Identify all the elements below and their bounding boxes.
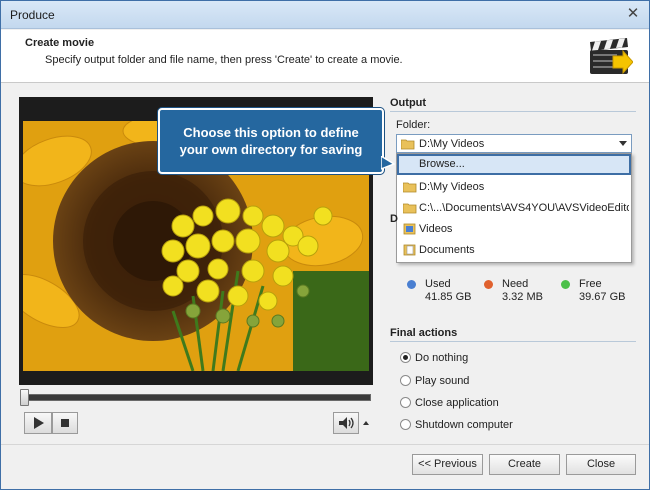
produce-window: Produce ✕ Create movie Specify output fo… — [0, 0, 650, 490]
folder-icon — [403, 203, 417, 214]
radio-play-sound[interactable] — [400, 375, 411, 386]
used-legend-dot — [407, 280, 416, 289]
dropdown-item-label: D:\My Videos — [419, 181, 485, 193]
dropdown-item-label: Browse... — [419, 158, 465, 170]
chevron-down-icon — [619, 141, 627, 146]
dropdown-item-label: Videos — [419, 223, 453, 235]
videos-library-icon — [403, 223, 416, 235]
dropdown-item-videos[interactable]: Videos — [397, 219, 631, 240]
free-value: 39.67 GB — [579, 291, 626, 303]
dropdown-item-label: C:\...\Documents\AVS4YOU\AVSVideoEditor\… — [419, 202, 629, 214]
final-actions-divider — [390, 341, 636, 342]
free-legend-dot — [561, 280, 570, 289]
radio-shutdown-computer[interactable] — [400, 419, 411, 430]
folder-icon — [403, 182, 417, 193]
need-legend-dot — [484, 280, 493, 289]
volume-button[interactable] — [333, 412, 359, 434]
folder-icon — [401, 139, 415, 150]
wizard-header: Create movie Specify output folder and f… — [1, 30, 649, 83]
close-button[interactable]: Close — [566, 454, 636, 475]
title-bar: Produce ✕ — [1, 1, 649, 29]
play-button[interactable] — [24, 412, 52, 434]
window-title: Produce — [10, 8, 55, 22]
used-value: 41.85 GB — [425, 291, 472, 303]
radio-do-nothing[interactable] — [400, 352, 411, 363]
folder-dropdown-value: D:\My Videos — [419, 138, 485, 150]
help-callout: Choose this option to define your own di… — [158, 108, 384, 174]
radio-label-do-nothing[interactable]: Do nothing — [415, 352, 468, 364]
play-icon — [34, 417, 44, 429]
radio-label-play-sound[interactable]: Play sound — [415, 375, 469, 387]
documents-library-icon — [403, 244, 416, 256]
folder-dropdown[interactable]: D:\My Videos — [396, 134, 632, 153]
folder-label: Folder: — [396, 119, 431, 131]
radio-close-application[interactable] — [400, 397, 411, 408]
clapperboard-icon — [590, 38, 633, 75]
create-button[interactable]: Create — [489, 454, 560, 475]
radio-label-shutdown-computer[interactable]: Shutdown computer — [415, 419, 513, 431]
disk-section-title-partial: D — [390, 213, 398, 225]
speaker-icon — [339, 417, 354, 429]
dropdown-item-output-path[interactable]: C:\...\Documents\AVS4YOU\AVSVideoEditor\… — [397, 198, 631, 219]
dropdown-item-documents[interactable]: Documents — [397, 240, 631, 261]
dropdown-item-my-videos[interactable]: D:\My Videos — [397, 177, 631, 198]
output-divider — [390, 111, 636, 112]
final-actions-section-title: Final actions — [390, 327, 458, 339]
volume-menu-arrow-icon[interactable] — [361, 418, 371, 428]
dropdown-item-browse[interactable]: Browse... — [397, 154, 631, 175]
footer-divider — [1, 444, 649, 445]
page-description: Specify output folder and file name, the… — [45, 54, 403, 66]
callout-pointer — [381, 156, 395, 170]
free-label: Free — [579, 278, 602, 290]
seek-bar[interactable] — [23, 394, 371, 401]
need-label: Need — [502, 278, 529, 290]
callout-text: Choose this option to define your own di… — [160, 124, 382, 158]
seek-handle[interactable] — [20, 389, 29, 406]
page-title: Create movie — [25, 37, 95, 49]
previous-button[interactable]: << Previous — [412, 454, 483, 475]
callout-line-2: your own directory for saving — [179, 142, 363, 157]
output-section-title: Output — [390, 97, 427, 109]
need-value: 3.32 MB — [502, 291, 543, 303]
close-window-icon[interactable]: ✕ — [625, 6, 641, 22]
stop-icon — [61, 419, 69, 427]
radio-label-close-application[interactable]: Close application — [415, 397, 499, 409]
folder-dropdown-list: Browse... D:\My Videos C:\...\Documents\… — [396, 153, 632, 263]
dropdown-item-label: Documents — [419, 244, 475, 256]
stop-button[interactable] — [52, 412, 78, 434]
callout-line-1: Choose this option to define — [183, 125, 359, 140]
used-label: Used — [425, 278, 451, 290]
